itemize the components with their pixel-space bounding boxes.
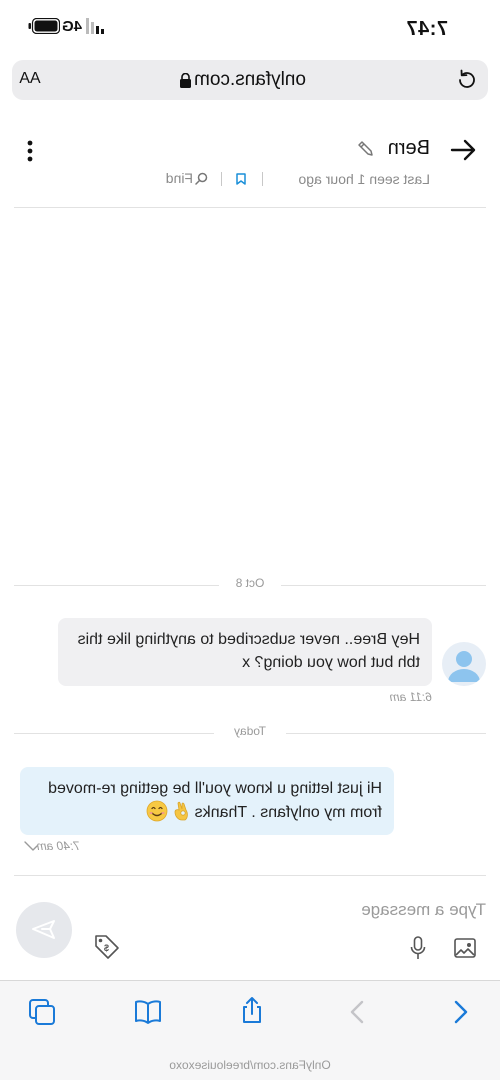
- svg-text:$: $: [104, 943, 109, 953]
- user-avatar-icon: [448, 651, 480, 682]
- watermark: OnlyFans.com/breelouisexoxo: [169, 1058, 331, 1072]
- divider: [262, 172, 263, 186]
- date-divider: Today: [14, 724, 486, 742]
- last-seen-status: Last seen 1 hour ago: [298, 171, 430, 187]
- more-vertical-icon[interactable]: [26, 140, 34, 162]
- chevron-left-icon[interactable]: [446, 998, 474, 1026]
- message-timestamp: 6:11 am: [389, 690, 432, 704]
- ok-hand-emoji-icon: [174, 801, 188, 821]
- smiling-face-emoji-icon: [146, 800, 168, 822]
- find-button[interactable]: Find: [166, 170, 193, 186]
- checkmark-icon: [24, 841, 38, 851]
- share-icon[interactable]: [238, 996, 266, 1024]
- battery-icon: [28, 18, 60, 34]
- book-icon[interactable]: [134, 998, 162, 1026]
- microphone-icon[interactable]: [410, 936, 426, 960]
- header-divider: [14, 207, 486, 208]
- composer-divider: [14, 875, 486, 876]
- pencil-icon[interactable]: [357, 140, 375, 158]
- status-time: 7:47: [405, 18, 448, 40]
- date-label: Oct 8: [235, 576, 265, 590]
- text-size-button[interactable]: AA: [15, 70, 45, 92]
- signal-icon: [86, 18, 104, 34]
- date-divider: Oct 8: [14, 576, 486, 594]
- chevron-right-icon[interactable]: [344, 998, 372, 1026]
- bookmark-icon[interactable]: [236, 173, 246, 185]
- image-icon[interactable]: [454, 937, 476, 959]
- lock-icon: [180, 73, 191, 88]
- url-text[interactable]: onlyfans.com: [130, 69, 370, 93]
- avatar[interactable]: [442, 642, 486, 686]
- price-tag-icon[interactable]: $: [94, 934, 120, 960]
- outgoing-message-bubble[interactable]: Hi just letting u know you'll be getting…: [20, 767, 394, 835]
- incoming-message-bubble[interactable]: Hey Bree.. never subscribed to anything …: [58, 618, 432, 686]
- date-label: Today: [233, 724, 267, 738]
- search-icon[interactable]: [195, 172, 208, 185]
- back-arrow-icon[interactable]: [450, 138, 476, 162]
- message-text: Hi just letting u know you'll be getting…: [48, 780, 382, 821]
- reload-icon[interactable]: [456, 69, 478, 91]
- message-timestamp: 7:40 am: [36, 839, 80, 853]
- contact-name[interactable]: Bern: [330, 137, 430, 160]
- send-icon: [32, 920, 55, 939]
- message-input[interactable]: [146, 896, 486, 924]
- network-label: 4G: [61, 18, 82, 35]
- tabs-icon[interactable]: [28, 998, 56, 1026]
- message-text: Hey Bree.. never subscribed to anything …: [77, 631, 420, 671]
- divider: [221, 172, 222, 186]
- send-button[interactable]: [16, 902, 72, 958]
